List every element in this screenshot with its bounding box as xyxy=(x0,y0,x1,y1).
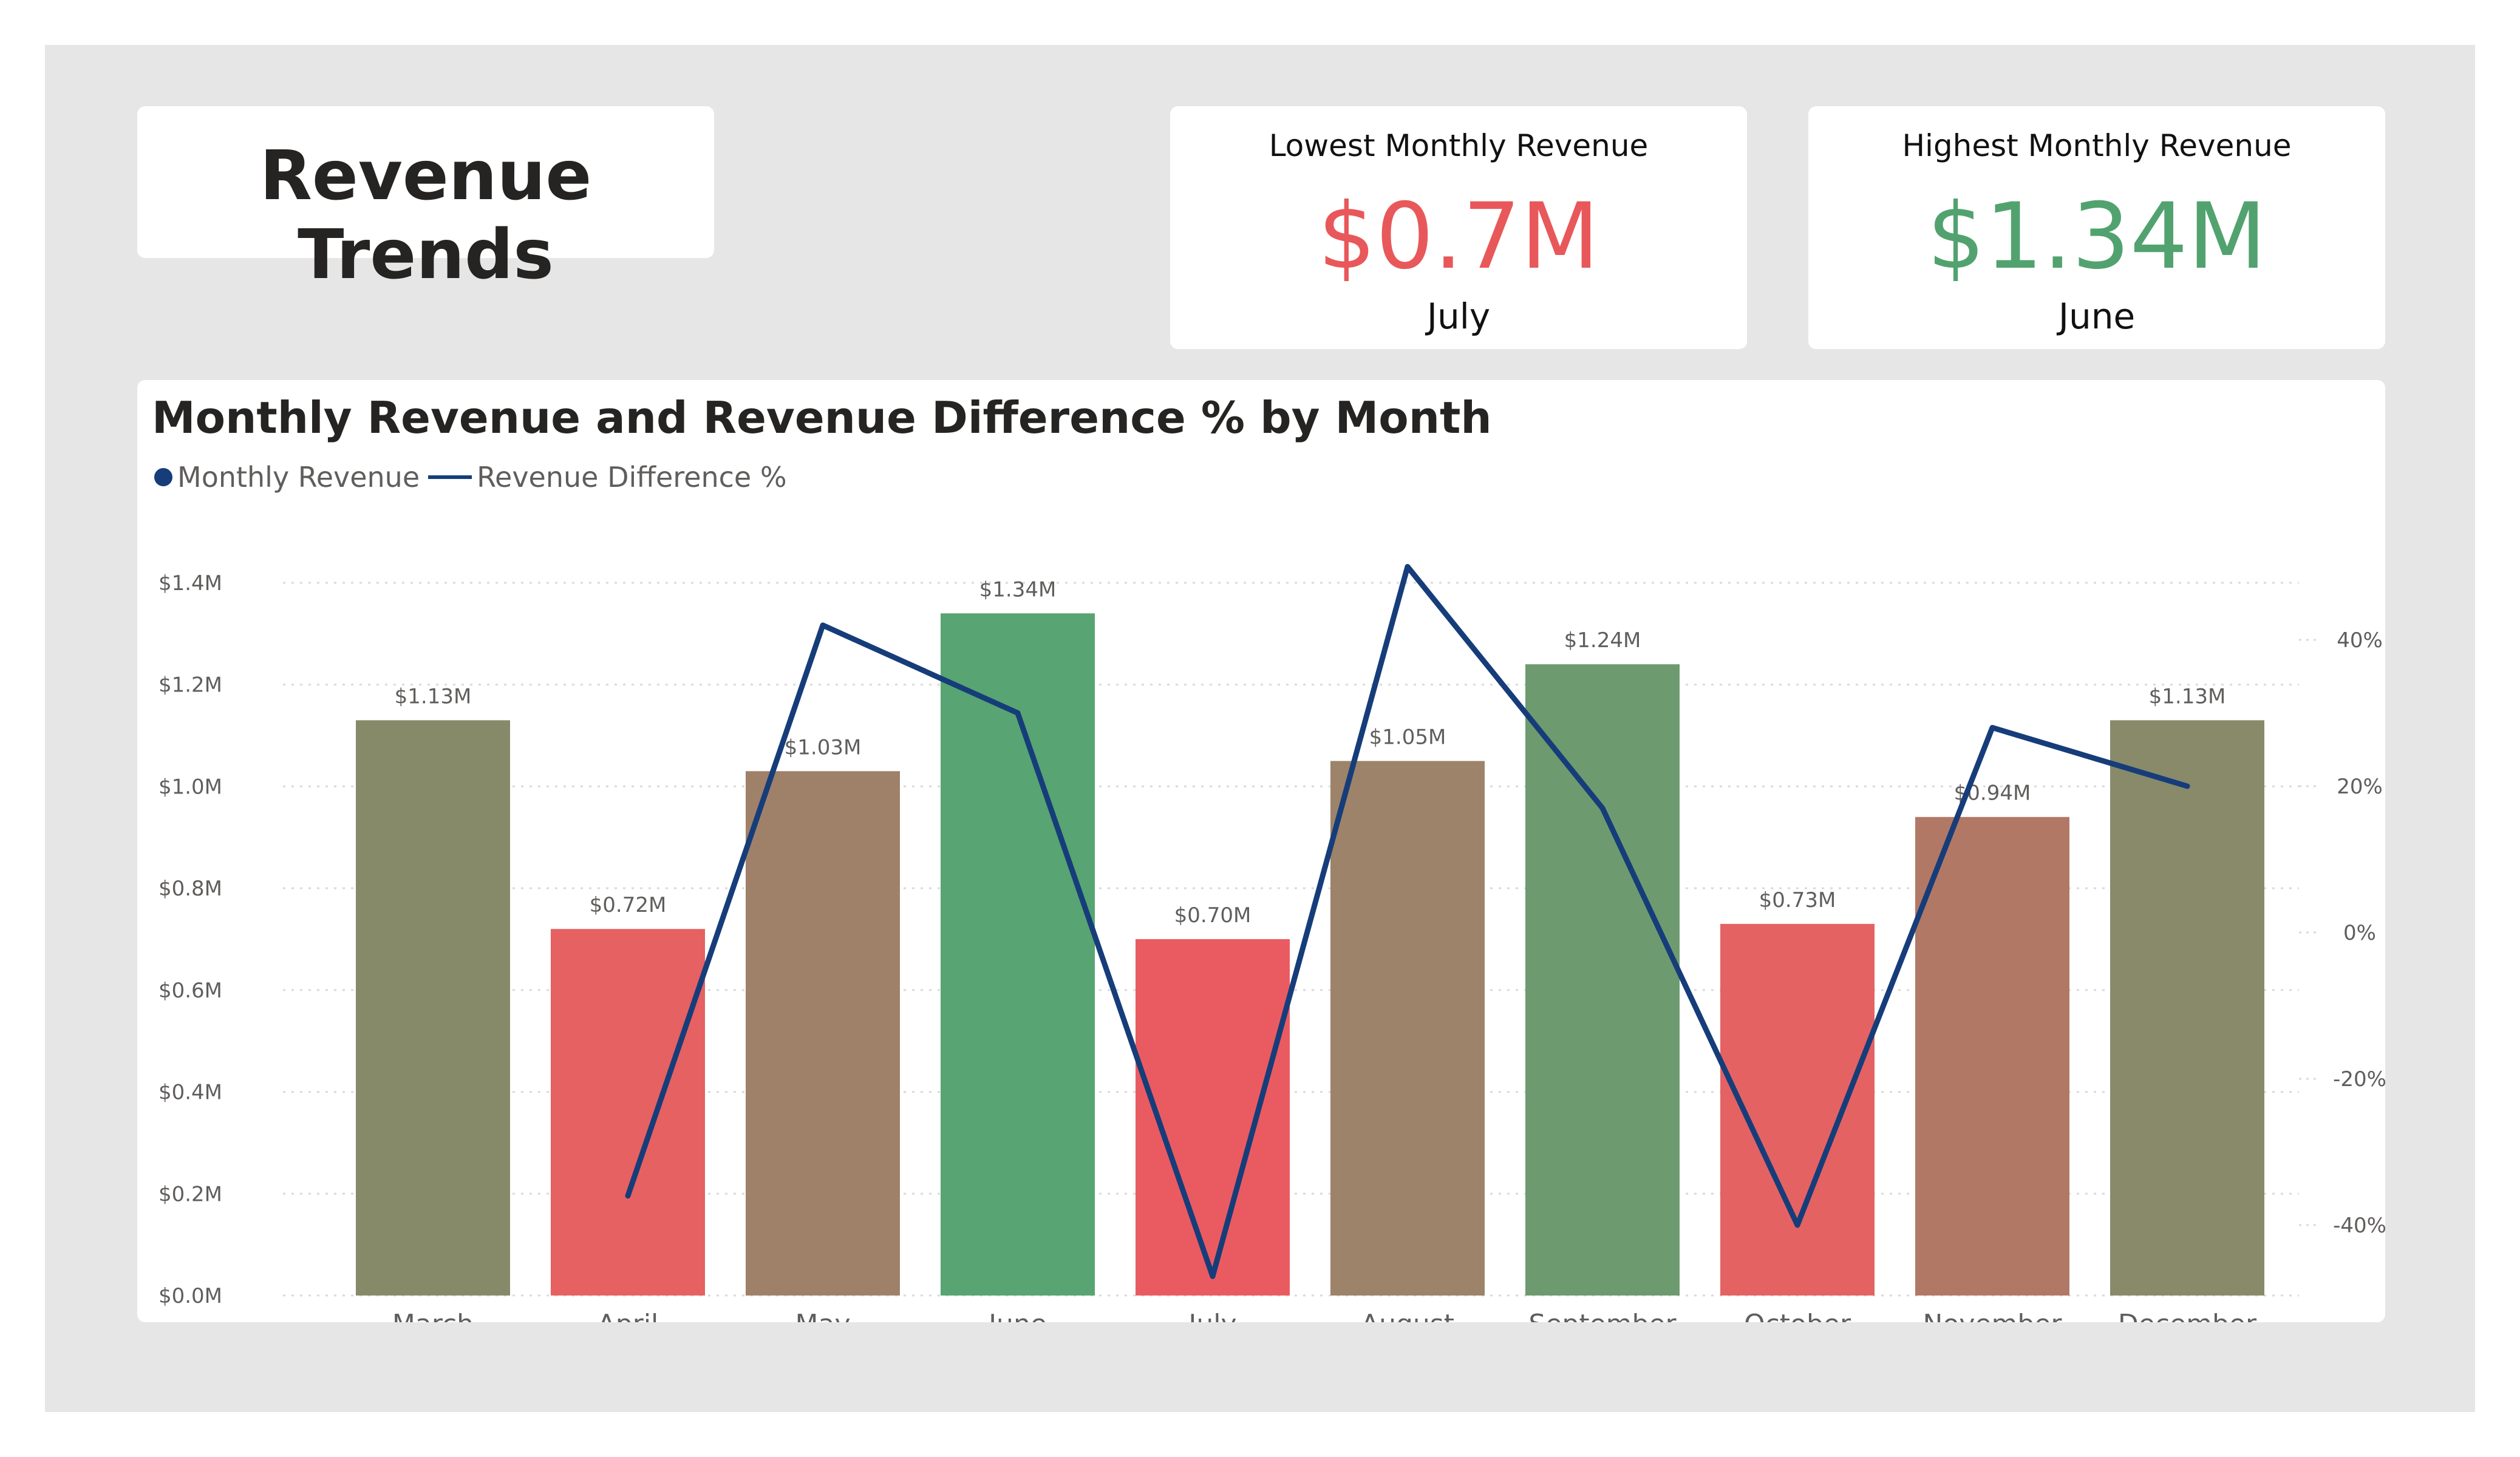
kpi-highest-month: June xyxy=(2058,296,2136,337)
x-category-label: April xyxy=(598,1309,659,1322)
bar-data-label: $1.13M xyxy=(2149,684,2226,708)
bar[interactable] xyxy=(2110,720,2264,1296)
x-category-label: June xyxy=(987,1309,1047,1322)
kpi-lowest-month: July xyxy=(1426,296,1491,337)
y-right-tick-label: -40% xyxy=(2333,1214,2385,1238)
page-title: Revenue Trends xyxy=(259,137,592,294)
line-point xyxy=(1405,564,1410,569)
bar[interactable] xyxy=(1525,664,1680,1296)
x-category-label: October xyxy=(1744,1309,1851,1322)
line-point xyxy=(1795,1223,1800,1228)
y-right-tick-label: 0% xyxy=(2343,921,2376,945)
title-card: Revenue Trends xyxy=(137,106,714,294)
report-canvas: Revenue Trends Lowest Monthly Revenue $0… xyxy=(45,45,2475,1412)
combo-chart[interactable]: $0.0M $0.2M $0.4M $0.6M $0.8M $1.0M $1.2M $1.4M… xyxy=(137,380,2385,1322)
bar-data-label: $1.03M xyxy=(785,735,862,759)
x-category-label: September xyxy=(1528,1309,1677,1322)
bar-data-label: $0.73M xyxy=(1759,888,1836,912)
line-point xyxy=(820,622,825,628)
x-category-label: May xyxy=(795,1309,851,1322)
bar[interactable] xyxy=(356,720,510,1296)
x-category-label: March xyxy=(392,1309,474,1322)
chart-legend[interactable]: Monthly Revenue Revenue Difference % xyxy=(154,459,795,495)
line-point xyxy=(1015,710,1020,716)
y-left-tick-label: $0.0M xyxy=(158,1284,222,1308)
chart-card[interactable]: $0.0M $0.2M $0.4M $0.6M $0.8M $1.0M $1.2M $1.4M… xyxy=(137,380,2385,1322)
legend-label-line: Revenue Difference % xyxy=(477,461,787,494)
kpi-highest-value: $1.34M xyxy=(1927,184,2267,290)
kpi-card-lowest[interactable]: Lowest Monthly Revenue $0.7M July xyxy=(1170,106,1747,349)
y-left-tick-label: $0.2M xyxy=(158,1182,222,1206)
line-point xyxy=(1990,725,1995,730)
kpi-highest-label: Highest Monthly Revenue xyxy=(1902,128,2292,163)
legend-label-bars: Monthly Revenue xyxy=(177,461,420,494)
line-point xyxy=(2185,784,2190,789)
bar[interactable] xyxy=(1915,817,2069,1296)
bar-data-label: $0.72M xyxy=(590,893,667,917)
bar[interactable] xyxy=(1330,761,1485,1296)
y-right-tick-label: -20% xyxy=(2333,1067,2385,1092)
y-left-tick-label: $1.0M xyxy=(158,775,222,799)
bar-data-label: $1.24M xyxy=(1564,628,1641,653)
bar-data-label: $1.34M xyxy=(979,577,1057,602)
bar[interactable] xyxy=(551,929,705,1296)
legend-dot-icon xyxy=(154,468,172,486)
x-category-label: December xyxy=(2118,1309,2257,1322)
line-point xyxy=(625,1193,630,1198)
kpi-lowest-value: $0.7M xyxy=(1318,184,1599,290)
kpi-lowest-label: Lowest Monthly Revenue xyxy=(1269,128,1649,163)
bar-data-label: $1.13M xyxy=(395,684,472,708)
legend-line-icon xyxy=(428,475,472,479)
bar[interactable] xyxy=(746,771,900,1296)
x-category-label: August xyxy=(1361,1309,1454,1322)
y-left-tick-label: $0.8M xyxy=(158,877,222,901)
y-right-tick-label: 40% xyxy=(2337,628,2383,653)
y-left-tick-label: $0.4M xyxy=(158,1081,222,1105)
y-right-tick-label: 20% xyxy=(2337,775,2383,799)
chart-title: Monthly Revenue and Revenue Difference %… xyxy=(152,392,1492,443)
kpi-card-highest[interactable]: Highest Monthly Revenue $1.34M June xyxy=(1808,106,2385,349)
bar-data-label: $1.05M xyxy=(1369,725,1446,750)
line-point xyxy=(1600,806,1605,811)
bar-data-label: $0.70M xyxy=(1174,903,1251,928)
y-left-tick-label: $0.6M xyxy=(158,979,222,1003)
x-category-label: July xyxy=(1187,1309,1236,1322)
y-left-tick-label: $1.2M xyxy=(158,673,222,698)
legend-item-line[interactable]: Revenue Difference % xyxy=(428,461,787,494)
x-category-label: November xyxy=(1923,1309,2063,1322)
legend-item-bars[interactable]: Monthly Revenue xyxy=(154,461,420,494)
y-left-tick-label: $1.4M xyxy=(158,571,222,596)
line-point xyxy=(1210,1274,1215,1279)
